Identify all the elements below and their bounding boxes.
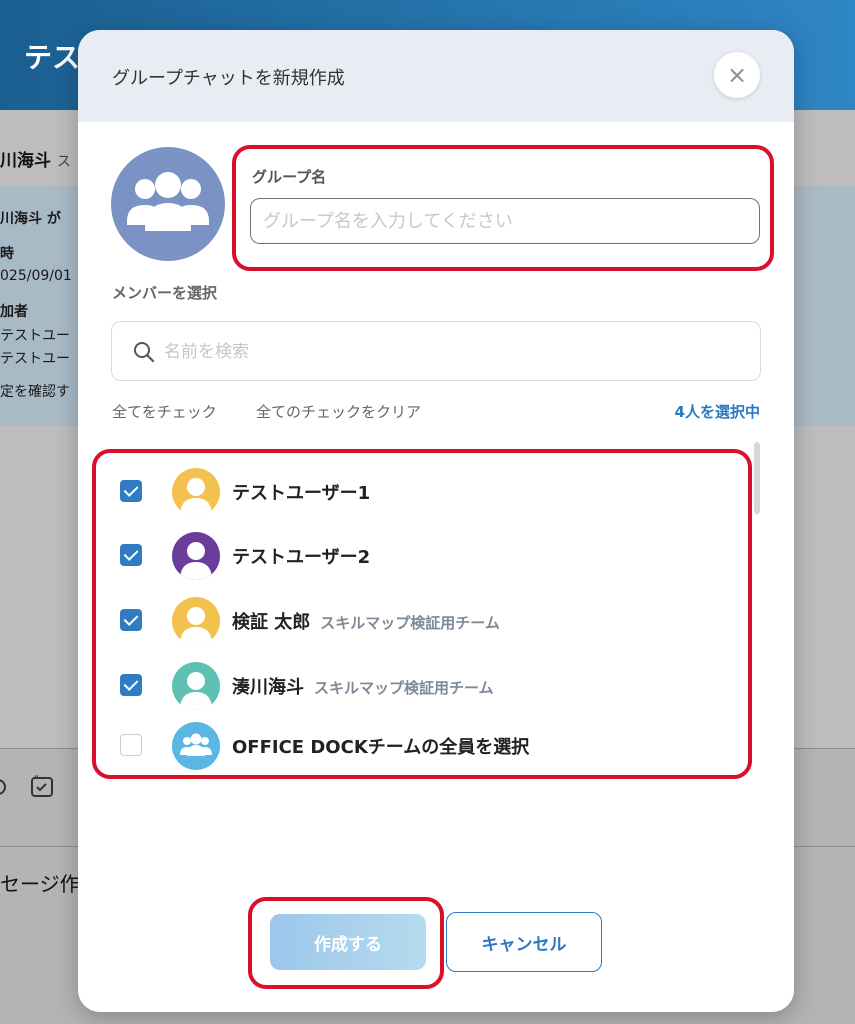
create-group-chat-modal: グループチャットを新規作成 × グループ名 メンバーを選択 全てをチェック 全て…	[78, 30, 794, 1012]
modal-header: グループチャットを新規作成 ×	[78, 30, 794, 122]
person-icon	[180, 542, 212, 580]
member-checkbox[interactable]	[120, 734, 142, 756]
group-icon	[180, 733, 212, 756]
svg-text:“: “	[34, 774, 39, 785]
member-row[interactable]: 湊川海斗 スキルマップ検証用チーム	[100, 658, 750, 714]
member-name: 検証 太郎 スキルマップ検証用チーム	[232, 608, 500, 634]
member-name-text: テストユーザー1	[232, 483, 371, 504]
search-input[interactable]	[164, 332, 744, 372]
member-list: テストユーザー1 テストユーザー2 検証 太郎 スキルマップ検証用チーム 湊川海斗…	[100, 454, 760, 774]
member-name-text: 湊川海斗	[232, 677, 304, 698]
member-search[interactable]	[111, 321, 761, 381]
selected-count: 4人を選択中	[674, 403, 760, 421]
member-team: スキルマップ検証用チーム	[314, 679, 494, 697]
member-name-text: 検証 太郎	[232, 612, 311, 633]
clear-all-link[interactable]: 全てのチェックをクリア	[256, 401, 421, 422]
chat-message-date: 025/09/01	[0, 268, 72, 284]
user-avatar	[172, 468, 220, 516]
user-avatar	[172, 532, 220, 580]
chat-message-footer: 定を確認す	[0, 384, 70, 400]
member-checkbox[interactable]	[120, 609, 142, 631]
person-icon	[180, 672, 212, 710]
chat-user-name-text: 川海斗	[0, 151, 51, 171]
close-button[interactable]: ×	[714, 52, 760, 98]
team-avatar	[172, 722, 220, 770]
chat-user-name: 川海斗 ス	[0, 146, 71, 171]
member-row[interactable]: テストユーザー2	[100, 528, 750, 584]
member-checkbox[interactable]	[120, 544, 142, 566]
chat-message-participant: テストユー	[0, 351, 70, 367]
chat-message-sender: 川海斗 が	[0, 211, 61, 227]
member-name: テストユーザー1	[232, 479, 380, 505]
chat-message-participant: テストユー	[0, 328, 70, 344]
person-icon	[180, 607, 212, 645]
check-all-link[interactable]: 全てをチェック	[112, 401, 217, 422]
member-name: テストユーザー2	[232, 543, 380, 569]
compose-label: セージ作	[0, 872, 80, 896]
group-icon	[127, 172, 209, 231]
quote-icon[interactable]: “	[30, 772, 56, 805]
user-avatar	[172, 597, 220, 645]
user-avatar	[172, 662, 220, 710]
member-team: スキルマップ検証用チーム	[320, 614, 500, 632]
member-name: 湊川海斗 スキルマップ検証用チーム	[232, 673, 494, 699]
group-name-input[interactable]	[250, 198, 760, 244]
member-checkbox[interactable]	[120, 674, 142, 696]
app-header-title: テス	[24, 41, 81, 74]
chat-message-participants-label: 加者	[0, 304, 28, 320]
member-name: OFFICE DOCKチームの全員を選択	[232, 733, 539, 759]
group-avatar[interactable]	[111, 147, 225, 261]
close-icon: ×	[726, 61, 748, 89]
person-icon	[180, 478, 212, 516]
member-row[interactable]: テストユーザー1	[100, 464, 750, 520]
member-row[interactable]: OFFICE DOCKチームの全員を選択	[100, 718, 750, 774]
create-button[interactable]: 作成する	[270, 914, 426, 970]
member-checkbox[interactable]	[120, 480, 142, 502]
member-name-text: OFFICE DOCKチームの全員を選択	[232, 737, 530, 758]
member-name-text: テストユーザー2	[232, 547, 371, 568]
chat-message-time-label: 時	[0, 246, 14, 262]
chat-user-sub: ス	[56, 154, 71, 170]
group-name-label: グループ名	[252, 168, 327, 186]
cancel-button[interactable]: キャンセル	[446, 912, 602, 972]
modal-title: グループチャットを新規作成	[112, 68, 345, 89]
member-select-label: メンバーを選択	[112, 284, 218, 302]
member-row[interactable]: 検証 太郎 スキルマップ検証用チーム	[100, 593, 750, 649]
emoji-icon[interactable]	[0, 776, 12, 803]
search-icon	[134, 342, 155, 363]
